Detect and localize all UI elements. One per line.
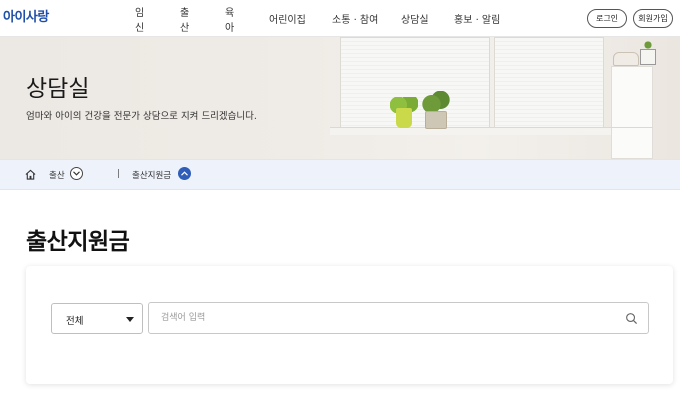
nav-item-daycare[interactable]: 어린이집 (269, 11, 306, 26)
nav-item-birth[interactable]: 출산 (180, 4, 189, 34)
category-select[interactable]: 전체 (51, 303, 143, 334)
banner-title: 상담실 (26, 76, 90, 102)
banner-sill-image (330, 127, 620, 135)
nav-item-pregnancy[interactable]: 임신 (135, 4, 144, 34)
banner-frame-image (640, 49, 656, 65)
banner-cabinet-image (611, 66, 653, 159)
banner-window-image (494, 37, 604, 131)
banner-window-image (340, 37, 490, 131)
banner-subtitle: 엄마와 아이의 건강을 전문가 상담으로 지켜 드리겠습니다. (26, 111, 257, 122)
chevron-down-icon[interactable] (70, 167, 83, 180)
page-title: 출산지원금 (26, 229, 130, 255)
breadcrumb-separator: | (117, 169, 121, 179)
nav-item-community[interactable]: 소통 · 참여 (332, 11, 378, 26)
nav-item-promotion[interactable]: 홍보 · 알림 (454, 11, 500, 26)
caret-down-icon (126, 317, 134, 322)
login-button[interactable]: 로그인 (587, 9, 627, 28)
search-icon[interactable] (625, 312, 638, 325)
home-icon[interactable] (25, 169, 36, 180)
join-button[interactable]: 회원가입 (633, 9, 673, 28)
site-logo[interactable]: 아이사랑 (3, 6, 49, 25)
breadcrumb-level2[interactable]: 출산지원금 (132, 169, 171, 181)
chevron-up-icon[interactable] (178, 167, 191, 180)
banner-plant-image (421, 91, 451, 113)
banner-pot-image (425, 111, 447, 129)
nav-item-parenting[interactable]: 육아 (225, 4, 234, 34)
search-input[interactable] (161, 303, 621, 333)
search-box (148, 302, 649, 334)
banner-cabinet-divider (611, 127, 653, 128)
site-header: 아이사랑 임신 출산 육아 어린이집 소통 · 참여 상담실 홍보 · 알림 로… (0, 0, 680, 37)
breadcrumb: 출산 | 출산지원금 (0, 159, 680, 190)
banner-pot-image (396, 108, 412, 128)
nav-item-counseling[interactable]: 상담실 (401, 11, 429, 26)
category-select-value: 전체 (66, 316, 84, 327)
page-banner: 상담실 엄마와 아이의 건강을 전문가 상담으로 지켜 드리겠습니다. (0, 37, 680, 159)
breadcrumb-level1[interactable]: 출산 (49, 169, 65, 181)
banner-phone-image (613, 52, 639, 66)
